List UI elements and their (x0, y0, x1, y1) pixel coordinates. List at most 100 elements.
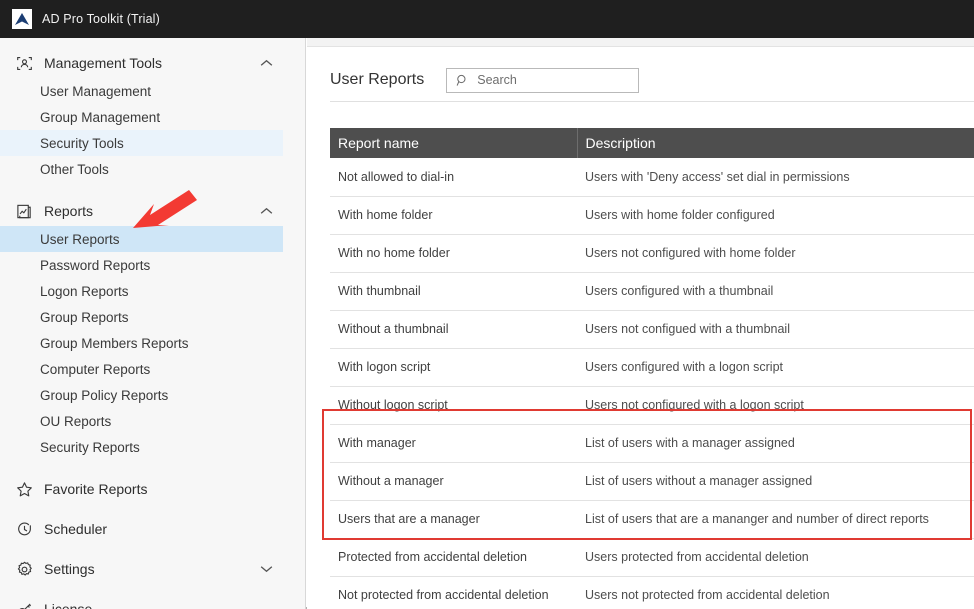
table-row[interactable]: Without a manager List of users without … (330, 462, 974, 501)
sidebar-item-scheduler[interactable]: Scheduler (0, 514, 305, 544)
cell-report-name: Not allowed to dial-in (330, 158, 577, 197)
sidebar-item-reports[interactable]: Reports (0, 196, 305, 226)
cell-description: Users not configured with home folder (577, 234, 974, 273)
cell-description: Users with 'Deny access' set dial in per… (577, 158, 974, 197)
sidebar-item-computer-reports[interactable]: Computer Reports (0, 356, 305, 382)
sidebar-item-label: Computer Reports (40, 361, 151, 377)
cell-report-name: Users that are a manager (330, 500, 577, 539)
table-row[interactable]: With home folder Users with home folder … (330, 196, 974, 235)
cell-description: Users protected from accidental deletion (577, 538, 974, 577)
table-row[interactable]: Protected from accidental deletion Users… (330, 538, 974, 577)
gear-icon (14, 559, 34, 579)
sidebar-item-security-tools[interactable]: Security Tools (0, 130, 283, 156)
page-title: User Reports (330, 71, 425, 88)
sidebar-item-label: Favorite Reports (44, 481, 148, 497)
user-frame-icon (14, 53, 34, 73)
cell-report-name: Not protected from accidental deletion (330, 576, 577, 609)
table-row[interactable]: With manager List of users with a manage… (330, 424, 974, 463)
sidebar-item-label: Group Management (40, 109, 161, 125)
sidebar-item-password-reports[interactable]: Password Reports (0, 252, 305, 278)
table-row[interactable]: Without logon script Users not configure… (330, 386, 974, 425)
table-row[interactable]: Without a thumbnail Users not configued … (330, 310, 974, 349)
sidebar-item-group-management[interactable]: Group Management (0, 104, 305, 130)
sidebar-item-group-policy-reports[interactable]: Group Policy Reports (0, 382, 305, 408)
sidebar: Management Tools User Management Group M… (0, 38, 306, 609)
cell-description: Users configured with a logon script (577, 348, 974, 387)
sidebar-item-label: Password Reports (40, 257, 151, 273)
sidebar-item-user-management[interactable]: User Management (0, 78, 305, 104)
sidebar-item-favorite-reports[interactable]: Favorite Reports (0, 474, 305, 504)
sidebar-item-ou-reports[interactable]: OU Reports (0, 408, 305, 434)
column-header-description[interactable]: Description (577, 128, 974, 158)
sidebar-item-label: Reports (44, 203, 94, 219)
table-row[interactable]: With thumbnail Users configured with a t… (330, 272, 974, 311)
sidebar-item-label: Security Tools (40, 135, 124, 151)
sidebar-item-label: User Management (40, 83, 152, 99)
cell-report-name: With no home folder (330, 234, 577, 273)
sidebar-item-label: Group Policy Reports (40, 387, 169, 403)
cell-report-name: Without logon script (330, 386, 577, 425)
table-row[interactable]: Not protected from accidental deletion U… (330, 576, 974, 609)
sidebar-item-settings[interactable]: Settings (0, 554, 305, 584)
cell-report-name: Without a thumbnail (330, 310, 577, 349)
search-icon (456, 74, 469, 87)
table-row[interactable]: Users that are a manager List of users t… (330, 500, 974, 539)
sidebar-item-label: User Reports (40, 231, 120, 247)
sidebar-item-user-reports[interactable]: User Reports (0, 226, 283, 252)
sidebar-item-label: License (44, 601, 93, 609)
cell-description: List of users that are a mananger and nu… (577, 500, 974, 539)
content-header: User Reports (307, 47, 974, 97)
sidebar-group-management-tools: Management Tools User Management Group M… (0, 48, 305, 182)
cell-description: List of users without a manager assigned (577, 462, 974, 501)
cell-description: Users not configued with a thumbnail (577, 310, 974, 349)
user-reports-table: Report name Description Not allowed to d… (330, 128, 974, 609)
table-row[interactable]: With logon script Users configured with … (330, 348, 974, 387)
sidebar-item-label: Logon Reports (40, 283, 129, 299)
sidebar-item-group-reports[interactable]: Group Reports (0, 304, 305, 330)
cell-description: List of users with a manager assigned (577, 424, 974, 463)
table-row[interactable]: Not allowed to dial-in Users with 'Deny … (330, 158, 974, 197)
table-header-row: Report name Description (330, 128, 974, 158)
sidebar-group-reports: Reports User Reports Password Reports Lo… (0, 196, 305, 460)
app-title: AD Pro Toolkit (Trial) (42, 12, 160, 26)
table-header: Report name Description (330, 128, 974, 158)
content-top-strip (307, 38, 974, 47)
column-header-report-name[interactable]: Report name (330, 128, 578, 158)
cell-report-name: With manager (330, 424, 577, 463)
sidebar-item-other-tools[interactable]: Other Tools (0, 156, 305, 182)
sidebar-item-management-tools[interactable]: Management Tools (0, 48, 305, 78)
sidebar-item-label: Other Tools (40, 161, 109, 177)
application-window: AD Pro Toolkit (Trial) Management Tools (0, 0, 974, 609)
table-body: Not allowed to dial-in Users with 'Deny … (330, 158, 974, 609)
chevron-up-icon[interactable] (260, 59, 273, 67)
chevron-up-icon[interactable] (260, 207, 273, 215)
sidebar-item-label: Group Members Reports (40, 335, 189, 351)
sidebar-item-label: Settings (44, 561, 95, 577)
search-box[interactable] (446, 67, 640, 93)
sidebar-item-logon-reports[interactable]: Logon Reports (0, 278, 305, 304)
sidebar-item-label: OU Reports (40, 413, 112, 429)
cell-description: Users configured with a thumbnail (577, 272, 974, 311)
clock-icon (14, 519, 34, 539)
header-divider (330, 101, 974, 102)
sidebar-item-label: Security Reports (40, 439, 140, 455)
cell-report-name: Protected from accidental deletion (330, 538, 577, 577)
sidebar-item-label: Group Reports (40, 309, 129, 325)
cell-report-name: With logon script (330, 348, 577, 387)
sidebar-item-license[interactable]: License (0, 594, 305, 609)
cell-description: Users not protected from accidental dele… (577, 576, 974, 609)
sidebar-item-security-reports[interactable]: Security Reports (0, 434, 305, 460)
report-chart-icon (14, 201, 34, 221)
cell-report-name: Without a manager (330, 462, 577, 501)
cell-report-name: With thumbnail (330, 272, 577, 311)
title-bar: AD Pro Toolkit (Trial) (0, 0, 974, 38)
table-row[interactable]: With no home folder Users not configured… (330, 234, 974, 273)
chevron-down-icon[interactable] (260, 565, 273, 573)
cell-description: Users with home folder configured (577, 196, 974, 235)
app-logo-icon (12, 9, 32, 29)
sidebar-item-group-members-reports[interactable]: Group Members Reports (0, 330, 305, 356)
sidebar-item-label: Management Tools (44, 55, 163, 71)
reports-table-container: Report name Description Not allowed to d… (330, 128, 974, 609)
search-input[interactable] (477, 73, 628, 87)
star-icon (14, 479, 34, 499)
